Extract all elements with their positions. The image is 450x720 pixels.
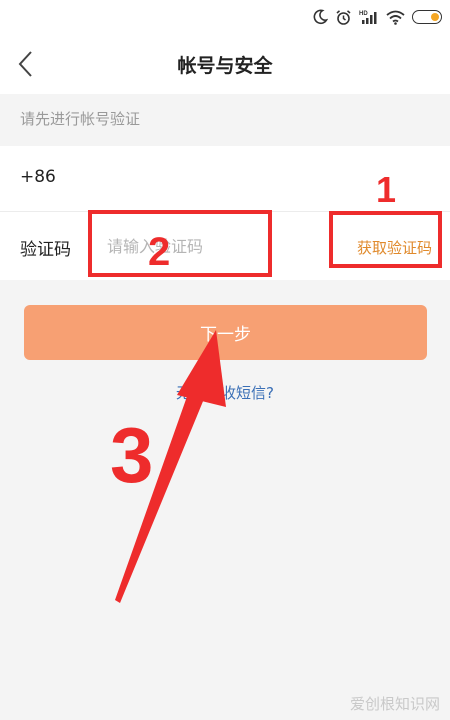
watermark: 爱创根知识网 bbox=[349, 695, 440, 713]
annotation-arrow-icon bbox=[115, 330, 226, 603]
